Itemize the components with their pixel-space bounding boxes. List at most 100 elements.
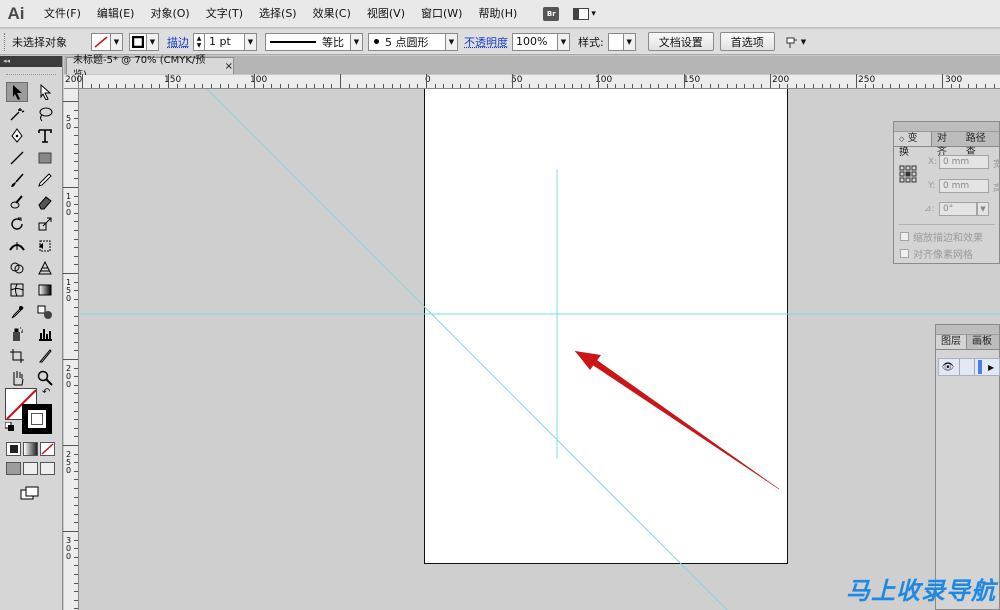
fill-swatch[interactable]: ▼ bbox=[91, 32, 123, 51]
y-field[interactable]: 0 mm bbox=[939, 179, 989, 193]
line-segment-tool[interactable] bbox=[6, 148, 28, 168]
menu-view[interactable]: 视图(V) bbox=[361, 0, 411, 28]
angle-field[interactable]: 0° bbox=[939, 202, 977, 216]
opacity-panel-link[interactable]: 不透明度 bbox=[464, 34, 508, 50]
blend-tool[interactable] bbox=[34, 302, 56, 322]
blob-brush-tool[interactable] bbox=[6, 192, 28, 212]
slice-tool[interactable] bbox=[34, 346, 56, 366]
pencil-tool[interactable] bbox=[34, 170, 56, 190]
grip-handle[interactable] bbox=[4, 32, 7, 51]
paintbrush-tool[interactable] bbox=[6, 170, 28, 190]
align-pixel-grid-checkbox[interactable]: 对齐像素网格 bbox=[900, 246, 973, 261]
magic-wand-tool[interactable] bbox=[6, 104, 28, 124]
panel-title-bar[interactable] bbox=[894, 122, 999, 132]
vertical-ruler[interactable]: 5 0 1 0 0 1 5 0 2 0 0 2 5 0 3 0 0 bbox=[63, 89, 79, 610]
tab-align[interactable]: 对齐 bbox=[932, 132, 961, 158]
graphic-style-picker[interactable]: ▼ bbox=[607, 32, 636, 51]
x-field[interactable]: 0 mm bbox=[939, 155, 989, 169]
mesh-tool[interactable] bbox=[6, 280, 28, 300]
menu-type[interactable]: 文字(T) bbox=[200, 0, 249, 28]
ruler-tick bbox=[74, 178, 78, 180]
close-icon[interactable]: × bbox=[225, 61, 233, 72]
stroke-weight-stepper[interactable]: ▲ ▼ 1 pt ▼ bbox=[193, 32, 257, 51]
gradient-tool[interactable] bbox=[34, 280, 56, 300]
ruler-tick bbox=[374, 84, 376, 88]
panel-title-bar[interactable] bbox=[936, 325, 999, 335]
menu-help[interactable]: 帮助(H) bbox=[472, 0, 523, 28]
variable-width-profile[interactable]: 等比 ▼ bbox=[265, 32, 363, 51]
document-tab[interactable]: 未标题-5* @ 70% (CMYK/预览) × bbox=[66, 55, 234, 81]
stroke-color-box[interactable] bbox=[22, 404, 52, 434]
opacity-input[interactable]: 100% ▼ bbox=[512, 32, 570, 51]
none-mode-icon[interactable] bbox=[40, 442, 55, 456]
menu-select[interactable]: 选择(S) bbox=[253, 0, 303, 28]
zoom-tool[interactable] bbox=[34, 368, 56, 388]
horizontal-ruler[interactable]: 200 150 100 0 50 100 150 200 250 300 bbox=[65, 74, 1000, 89]
shape-builder-tool[interactable] bbox=[6, 258, 28, 278]
draw-behind-icon[interactable] bbox=[23, 462, 38, 475]
selection-tool[interactable] bbox=[6, 82, 28, 102]
ruler-tick bbox=[641, 84, 642, 88]
pen-tool[interactable] bbox=[6, 126, 28, 146]
symbol-sprayer-tool[interactable] bbox=[6, 324, 28, 344]
ruler-tick bbox=[770, 74, 771, 88]
reference-point-icon[interactable] bbox=[899, 165, 917, 186]
angle-input[interactable]: 0° ▼ bbox=[939, 202, 989, 216]
ruler-tick bbox=[709, 84, 711, 88]
scale-strokes-checkbox[interactable]: 缩放描边和效果 bbox=[900, 229, 983, 244]
color-mode-icon[interactable] bbox=[6, 442, 21, 456]
stroke-swatch[interactable]: ▼ bbox=[129, 32, 159, 51]
layer-row[interactable]: 👁 ▶ bbox=[938, 358, 1000, 376]
stroke-panel-link[interactable]: 描边 bbox=[167, 34, 189, 50]
ruler-tick bbox=[546, 84, 548, 88]
menu-file[interactable]: 文件(F) bbox=[38, 0, 87, 28]
rotate-tool[interactable] bbox=[6, 214, 28, 234]
eraser-tool[interactable] bbox=[34, 192, 56, 212]
menu-edit[interactable]: 编辑(E) bbox=[91, 0, 141, 28]
bridge-button[interactable]: Br bbox=[543, 6, 560, 21]
lock-toggle[interactable] bbox=[959, 359, 975, 375]
gradient-mode-icon[interactable] bbox=[23, 442, 38, 456]
width-tool[interactable] bbox=[6, 236, 28, 256]
brush-definition[interactable]: 5 点圆形 ▼ bbox=[368, 32, 458, 51]
draw-normal-icon[interactable] bbox=[6, 462, 21, 475]
stroke-weight-field[interactable]: 1 pt bbox=[205, 32, 245, 51]
preferences-button[interactable]: 首选项 bbox=[719, 32, 775, 51]
canvas-area[interactable] bbox=[79, 89, 1000, 610]
brush-label: 5 点圆形 bbox=[385, 35, 429, 49]
eye-visibility-icon[interactable]: 👁 bbox=[939, 362, 957, 373]
type-tool[interactable] bbox=[34, 126, 56, 146]
ruler-tick bbox=[211, 84, 212, 88]
menu-effect[interactable]: 效果(C) bbox=[307, 0, 357, 28]
workspace-switcher[interactable]: ▾ bbox=[573, 7, 596, 20]
tab-artboards[interactable]: 画板 bbox=[967, 335, 997, 349]
eyedropper-tool[interactable] bbox=[6, 302, 28, 322]
document-setup-button[interactable]: 文档设置 bbox=[647, 32, 714, 51]
column-graph-tool[interactable] bbox=[34, 324, 56, 344]
free-transform-icon bbox=[39, 240, 51, 252]
swap-colors-icon[interactable]: ↶ bbox=[42, 387, 50, 398]
direct-selection-tool[interactable] bbox=[34, 82, 56, 102]
tab-transform[interactable]: ◇ 变换 bbox=[894, 132, 932, 158]
tab-layers[interactable]: 图层 bbox=[936, 335, 967, 349]
perspective-grid-tool[interactable] bbox=[34, 258, 56, 278]
lasso-tool[interactable] bbox=[34, 104, 56, 124]
opacity-field[interactable]: 100% bbox=[512, 32, 558, 51]
tab-pathfinder[interactable]: 路径查 bbox=[961, 132, 999, 158]
expand-triangle-icon[interactable]: ▶ bbox=[988, 363, 994, 372]
screen-mode-icon[interactable] bbox=[20, 486, 40, 503]
draw-inside-icon[interactable] bbox=[40, 462, 55, 475]
ruler-tick bbox=[477, 84, 479, 88]
free-transform-tool[interactable] bbox=[34, 236, 56, 256]
diagonal-guide[interactable] bbox=[206, 89, 728, 610]
default-colors-icon[interactable] bbox=[4, 421, 15, 432]
panel-grip[interactable] bbox=[6, 67, 56, 75]
hand-tool[interactable] bbox=[6, 368, 28, 388]
panel-menu-button[interactable]: ▼ bbox=[785, 35, 806, 49]
menu-window[interactable]: 窗口(W) bbox=[415, 0, 468, 28]
scale-tool[interactable] bbox=[34, 214, 56, 234]
artboard-tool[interactable] bbox=[6, 346, 28, 366]
panel-collapse-icon[interactable]: ◂◂ bbox=[0, 56, 62, 67]
rectangle-tool[interactable] bbox=[34, 148, 56, 168]
menu-object[interactable]: 对象(O) bbox=[144, 0, 195, 28]
